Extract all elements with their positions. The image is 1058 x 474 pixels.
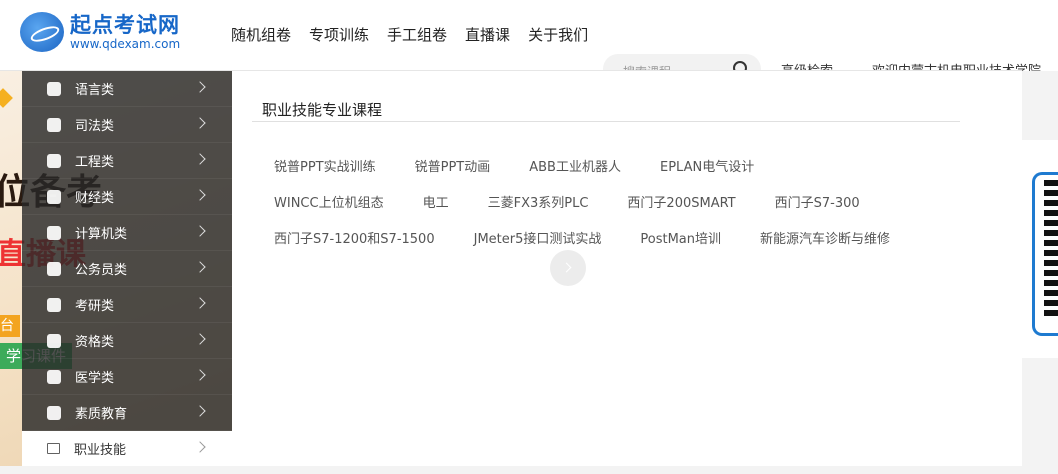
medical-icon <box>47 369 61 384</box>
nav-live-course[interactable]: 直播课 <box>465 24 510 45</box>
course-link[interactable]: 电工 <box>423 192 449 211</box>
chevron-right-icon <box>194 153 206 165</box>
course-link[interactable]: EPLAN电气设计 <box>660 156 754 175</box>
sidebar-item-label: 公务员类 <box>75 263 128 278</box>
chevron-right-icon <box>194 189 206 201</box>
sidebar-item-label: 司法类 <box>75 119 115 134</box>
chevron-right-icon <box>194 333 206 345</box>
graduation-cap-icon <box>47 297 61 312</box>
category-sidebar: 语言类 司法类 工程类 财经类 计算机类 公务员类 考研类 资格类 医学类 素质… <box>22 71 232 467</box>
banner-tag: 台 <box>0 315 20 337</box>
gavel-icon <box>47 117 61 132</box>
sidebar-item-label: 职业技能 <box>74 443 127 458</box>
sidebar-item-label: 考研类 <box>75 299 115 314</box>
nav-topic-training[interactable]: 专项训练 <box>309 24 369 45</box>
nav-random-paper[interactable]: 随机组卷 <box>231 24 291 45</box>
course-link[interactable]: 新能源汽车诊断与维修 <box>760 228 890 247</box>
course-link[interactable]: PostMan培训 <box>640 228 721 247</box>
course-panel: 职业技能专业课程 锐普PPT实战训练 锐普PPT动画 ABB工业机器人 EPLA… <box>232 71 1022 466</box>
panel-divider <box>252 121 960 122</box>
briefcase-icon <box>47 443 60 454</box>
sidebar-item-finance[interactable]: 财经类 <box>22 179 232 215</box>
course-row: 锐普PPT实战训练 锐普PPT动画 ABB工业机器人 EPLAN电气设计 <box>274 147 974 183</box>
chevron-right-icon <box>194 405 206 417</box>
course-row: WINCC上位机组态 电工 三菱FX3系列PLC 西门子200SMART 西门子… <box>274 183 974 219</box>
course-row: 西门子S7-1200和S7-1500 JMeter5接口测试实战 PostMan… <box>274 219 974 255</box>
course-link[interactable]: 锐普PPT动画 <box>415 156 491 175</box>
course-list: 锐普PPT实战训练 锐普PPT动画 ABB工业机器人 EPLAN电气设计 WIN… <box>274 147 974 255</box>
chevron-right-icon <box>194 81 206 93</box>
sidebar-item-postgraduate[interactable]: 考研类 <box>22 287 232 323</box>
logo-url: www.qdexam.com <box>70 37 181 51</box>
sidebar-item-engineering[interactable]: 工程类 <box>22 143 232 179</box>
chevron-right-icon <box>194 225 206 237</box>
panel-title: 职业技能专业课程 <box>262 101 383 119</box>
sidebar-item-judicial[interactable]: 司法类 <box>22 107 232 143</box>
course-link[interactable]: 锐普PPT实战训练 <box>274 156 376 175</box>
star-decoration <box>0 88 13 108</box>
sidebar-item-qualification[interactable]: 资格类 <box>22 323 232 359</box>
main-nav: 随机组卷 专项训练 手工组卷 直播课 关于我们 <box>231 24 606 45</box>
sidebar-item-vocational[interactable]: 职业技能 <box>22 431 232 467</box>
chevron-right-icon <box>194 369 206 381</box>
users-icon <box>47 405 61 420</box>
course-link[interactable]: 西门子S7-300 <box>775 192 860 211</box>
sidebar-item-label: 财经类 <box>75 191 115 206</box>
sidebar-item-label: 素质教育 <box>75 407 128 422</box>
sidebar-item-label: 工程类 <box>75 155 115 170</box>
chevron-right-icon <box>194 297 206 309</box>
finance-icon <box>47 189 61 204</box>
course-link[interactable]: WINCC上位机组态 <box>274 192 384 211</box>
sidebar-item-label: 语言类 <box>75 83 115 98</box>
sidebar-item-language[interactable]: 语言类 <box>22 71 232 107</box>
course-link[interactable]: ABB工业机器人 <box>529 156 621 175</box>
computer-icon <box>47 225 61 240</box>
course-link[interactable]: 三菱FX3系列PLC <box>488 192 589 211</box>
sidebar-item-civil-service[interactable]: 公务员类 <box>22 251 232 287</box>
bottom-strip <box>0 466 1058 474</box>
nav-about-us[interactable]: 关于我们 <box>528 24 588 45</box>
globe-icon <box>47 81 61 96</box>
person-icon <box>47 261 61 276</box>
qr-code-icon <box>1044 180 1058 320</box>
sidebar-item-label: 计算机类 <box>75 227 128 242</box>
course-link[interactable]: JMeter5接口测试实战 <box>474 228 602 247</box>
chevron-right-icon <box>194 261 206 273</box>
nav-manual-paper[interactable]: 手工组卷 <box>387 24 447 45</box>
logo-title: 起点考试网 <box>70 13 180 37</box>
sidebar-item-computer[interactable]: 计算机类 <box>22 215 232 251</box>
sidebar-item-label: 医学类 <box>75 371 115 386</box>
sidebar-item-label: 资格类 <box>75 335 115 350</box>
logo-icon <box>20 12 64 52</box>
course-link[interactable]: 西门子200SMART <box>627 192 735 211</box>
chevron-right-icon <box>194 441 206 453</box>
building-icon <box>47 153 61 168</box>
sidebar-item-medical[interactable]: 医学类 <box>22 359 232 395</box>
course-link[interactable]: 西门子S7-1200和S7-1500 <box>274 228 435 247</box>
site-logo[interactable]: 起点考试网 www.qdexam.com <box>20 12 180 52</box>
certificate-icon <box>47 333 61 348</box>
chevron-right-icon <box>194 117 206 129</box>
carousel-next-button[interactable] <box>550 250 586 286</box>
sidebar-item-quality-education[interactable]: 素质教育 <box>22 395 232 431</box>
